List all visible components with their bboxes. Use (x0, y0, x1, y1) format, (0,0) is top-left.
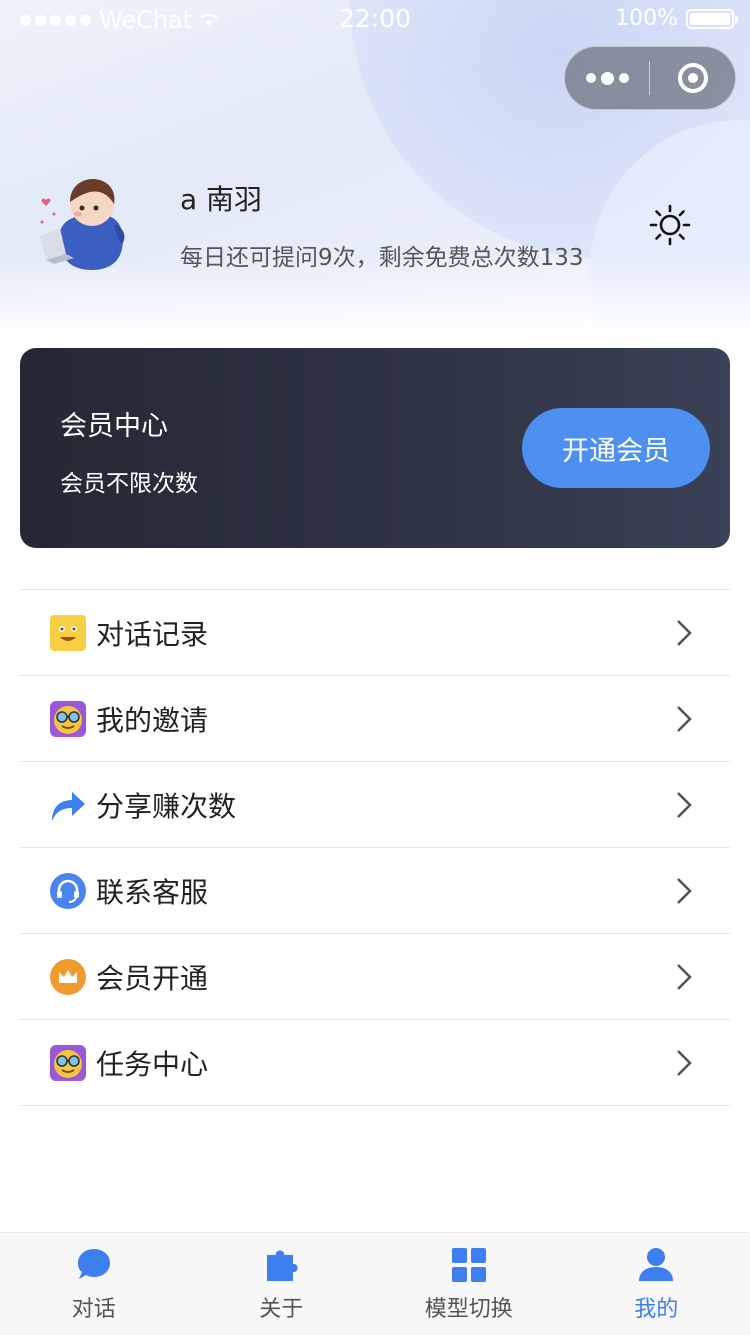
chevron-right-icon (674, 704, 694, 734)
menu-item-chat-history[interactable]: 对话记录 (20, 590, 730, 676)
tab-label: 我的 (634, 1291, 678, 1323)
grid-icon (449, 1245, 489, 1285)
chevron-right-icon (674, 962, 694, 992)
tab-model-switch[interactable]: 模型切换 (375, 1233, 563, 1335)
tab-label: 对话 (72, 1291, 116, 1323)
close-miniprogram-icon[interactable] (650, 46, 735, 110)
menu-item-open-membership[interactable]: 会员开通 (20, 934, 730, 1020)
crown-icon (50, 959, 86, 995)
menu-list: 对话记录 我的邀请 分享赚次数 (20, 589, 730, 1106)
puzzle-icon (261, 1245, 301, 1285)
battery-icon (686, 9, 734, 29)
menu-item-label: 任务中心 (96, 1043, 208, 1083)
tab-bar: 对话 关于 模型切换 我的 (0, 1232, 750, 1335)
menu-item-my-invitations[interactable]: 我的邀请 (20, 676, 730, 762)
user-quota-text: 每日还可提问9次，剩余免费总次数133 (180, 238, 584, 272)
menu-item-label: 分享赚次数 (96, 785, 236, 825)
user-name: a 南羽 (180, 178, 262, 218)
menu-item-contact-support[interactable]: 联系客服 (20, 848, 730, 934)
tab-label: 关于 (259, 1291, 303, 1323)
tab-label: 模型切换 (425, 1291, 513, 1323)
menu-item-share-earn[interactable]: 分享赚次数 (20, 762, 730, 848)
menu-item-task-center[interactable]: 任务中心 (20, 1020, 730, 1106)
sunglasses-face-icon (50, 1045, 86, 1081)
menu-item-label: 会员开通 (96, 957, 208, 997)
member-center-subtitle: 会员不限次数 (60, 464, 198, 498)
open-membership-button[interactable]: 开通会员 (522, 408, 710, 488)
avatar[interactable] (30, 170, 134, 274)
chevron-right-icon (674, 618, 694, 648)
tab-mine[interactable]: 我的 (563, 1233, 750, 1335)
menu-item-label: 我的邀请 (96, 699, 208, 739)
chat-bubble-icon (74, 1245, 114, 1285)
smiley-face-icon (50, 615, 86, 651)
member-center-title: 会员中心 (60, 404, 168, 443)
tab-chat[interactable]: 对话 (0, 1233, 188, 1335)
miniprogram-capsule (564, 46, 736, 110)
chevron-right-icon (674, 876, 694, 906)
menu-item-label: 联系客服 (96, 871, 208, 911)
tab-about[interactable]: 关于 (188, 1233, 376, 1335)
sun-icon[interactable] (648, 203, 692, 247)
chevron-right-icon (674, 1048, 694, 1078)
menu-item-label: 对话记录 (96, 613, 208, 653)
more-options-icon[interactable] (565, 46, 649, 110)
battery-percent: 100% (615, 6, 678, 31)
share-arrow-icon (50, 787, 86, 823)
status-right: 100% (615, 6, 734, 31)
headset-icon (50, 873, 86, 909)
member-center-card: 会员中心 会员不限次数 开通会员 (20, 348, 730, 548)
sunglasses-face-icon (50, 701, 86, 737)
user-icon (636, 1245, 676, 1285)
status-bar: WeChat 22:00 100% (0, 0, 750, 40)
chevron-right-icon (674, 790, 694, 820)
